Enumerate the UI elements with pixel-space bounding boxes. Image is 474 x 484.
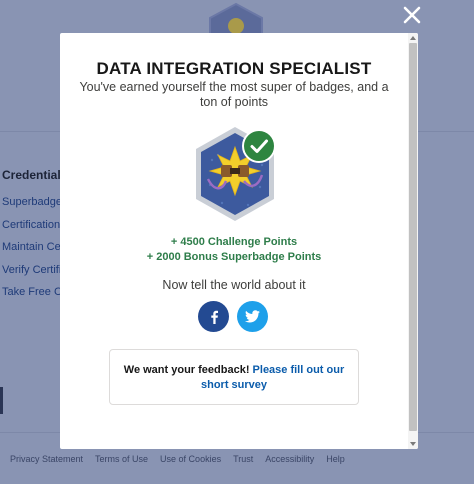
share-prompt: Now tell the world about it (162, 278, 306, 292)
feedback-prefix: We want your feedback! (123, 364, 250, 376)
checkmark-icon (242, 129, 276, 163)
background-sidebar-title: Credential (2, 168, 61, 182)
background-sidebar-item: Superbadge (2, 196, 62, 208)
modal-title: DATA INTEGRATION SPECIALIST (96, 59, 372, 78)
facebook-share-button[interactable] (198, 301, 229, 332)
badge-earned-modal: DATA INTEGRATION SPECIALIST You've earne… (60, 33, 418, 449)
scroll-up-arrow-icon[interactable] (410, 36, 416, 40)
background-sidebar-item: Maintain Ce (2, 241, 61, 253)
footer-link-privacy: Privacy Statement (10, 454, 84, 464)
footer-link-terms: Terms of Use (95, 454, 149, 464)
footer-link-cookies: Use of Cookies (160, 454, 222, 464)
modal-subtitle: You've earned yourself the most super of… (79, 80, 389, 109)
challenge-points: + 4500 Challenge Points (170, 236, 298, 248)
footer-link-help: Help (326, 454, 345, 464)
background-sidebar-item: Certification (2, 219, 61, 231)
feedback-box: We want your feedback! Please fill out o… (109, 349, 359, 405)
scrollbar-thumb[interactable] (409, 43, 417, 431)
background-sidebar-item: Verify Certifi (2, 264, 62, 276)
modal-scrollbar[interactable] (408, 33, 418, 449)
feedback-text: We want your feedback! Please fill out o… (110, 363, 358, 393)
footer-link-accessibility: Accessibility (265, 454, 315, 464)
background-button-edge (0, 387, 3, 414)
bonus-points: + 2000 Bonus Superbadge Points (146, 251, 322, 263)
twitter-icon (245, 310, 260, 323)
close-icon[interactable] (400, 3, 424, 27)
scroll-down-arrow-icon[interactable] (410, 442, 416, 446)
footer-link-trust: Trust (233, 454, 254, 464)
twitter-share-button[interactable] (237, 301, 268, 332)
background-sidebar-item: Take Free Ce (2, 286, 69, 298)
facebook-icon (210, 310, 218, 324)
background-footer: Privacy Statement Terms of Use Use of Co… (10, 454, 345, 464)
